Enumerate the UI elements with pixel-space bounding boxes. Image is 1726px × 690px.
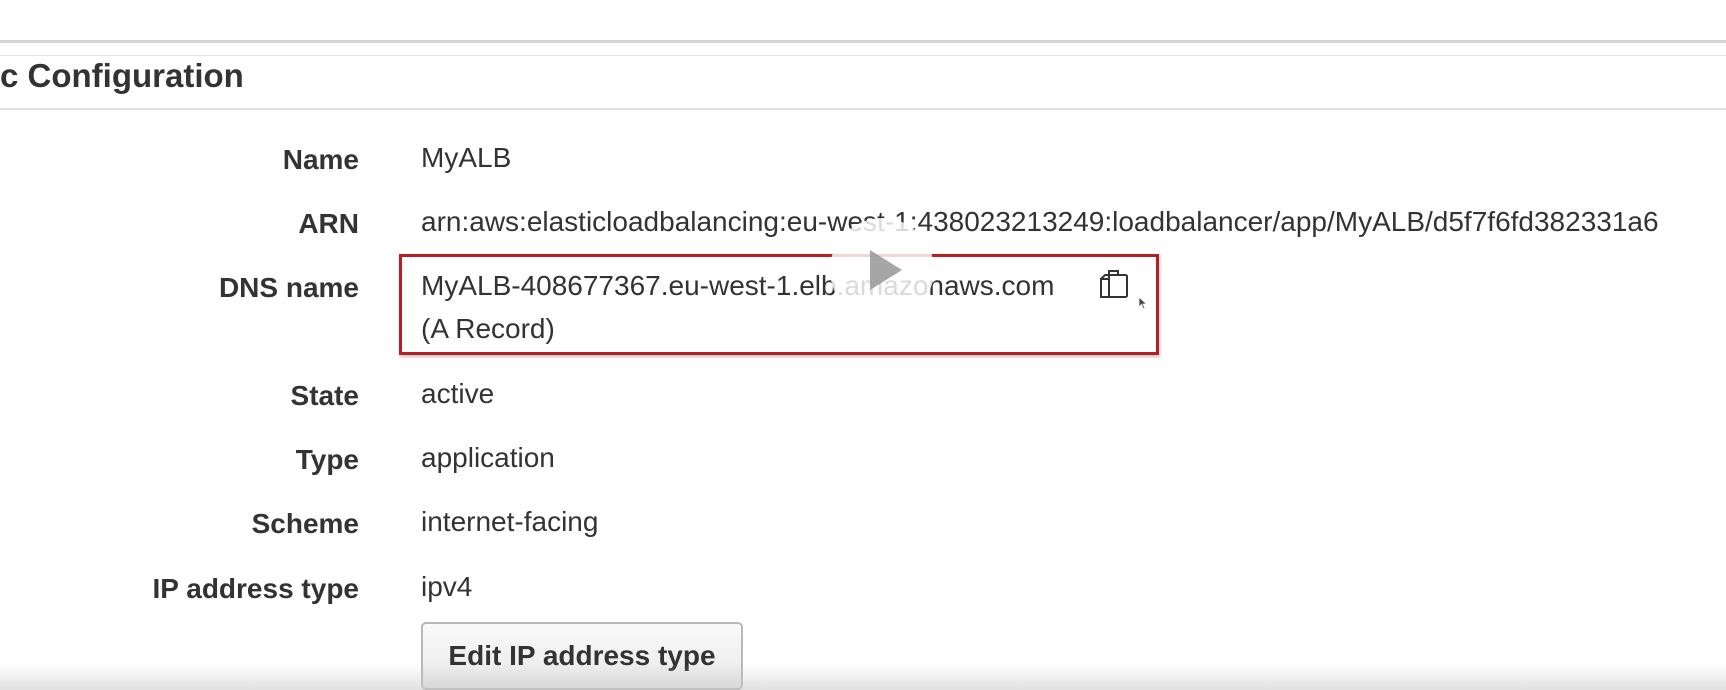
bottom-shadow (0, 664, 1726, 690)
page: c Configuration Name MyALB ARN arn:aws:e… (0, 0, 1726, 690)
field-value-state: active (421, 378, 495, 409)
field-value-arn: arn:aws:elasticloadbalancing:eu-west-1:4… (421, 206, 1659, 237)
top-divider (0, 40, 1726, 43)
title-divider (0, 108, 1726, 110)
field-value-scheme: internet-facing (421, 506, 599, 537)
field-label-name: Name (282, 144, 359, 175)
field-label-ip-address-type: IP address type (152, 573, 359, 604)
field-row-scheme: Scheme internet-facing (0, 506, 1726, 556)
field-row-ip-address-type: IP address type ipv4 (0, 571, 1726, 621)
field-label-scheme: Scheme (251, 508, 359, 539)
play-button[interactable] (830, 218, 934, 322)
top-divider-thin (0, 55, 1726, 56)
edit-ip-address-type-button[interactable]: Edit IP address type (421, 622, 743, 690)
field-value-type: application (421, 442, 555, 473)
copy-icon[interactable] (1096, 268, 1132, 304)
field-row-type: Type application (0, 442, 1726, 492)
field-label-type: Type (295, 444, 359, 475)
field-label-state: State (290, 380, 359, 411)
field-value-ip-address-type: ipv4 (421, 571, 473, 602)
field-value-name: MyALB (421, 142, 512, 173)
field-label-arn: ARN (298, 208, 359, 239)
field-label-dns-name: DNS name (218, 272, 359, 303)
section-title: c Configuration (0, 57, 244, 94)
play-icon (870, 250, 902, 290)
field-value-dns-name: MyALB-408677367.eu-west-1.elb.amazonaws.… (421, 270, 1055, 301)
field-value-dns-record: (A Record) (421, 313, 555, 344)
field-row-name: Name MyALB (0, 142, 1726, 192)
mouse-cursor-icon (1138, 296, 1148, 310)
field-row-state: State active (0, 378, 1726, 428)
